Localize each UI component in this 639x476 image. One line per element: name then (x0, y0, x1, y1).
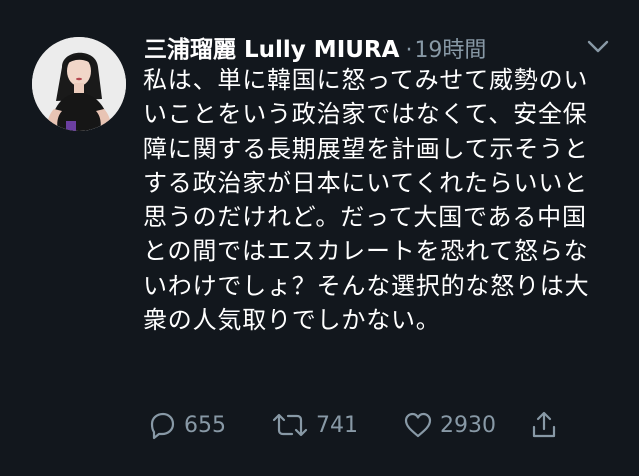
like-count: 2930 (440, 412, 496, 438)
avatar[interactable] (32, 37, 126, 131)
tweet-text: 私は、単に韓国に怒ってみせて威勢のいいことをいう政治家ではなくて、安全保障に関す… (143, 66, 590, 335)
heart-icon (402, 409, 434, 441)
tweet-header: 三浦瑠麗 Lully MIURA · 19時間 (144, 30, 486, 64)
retweet-count: 741 (316, 412, 358, 438)
chevron-down-icon[interactable] (585, 38, 611, 56)
share-button[interactable] (528, 405, 560, 445)
tweet-card[interactable]: 三浦瑠麗 Lully MIURA · 19時間 私は、単に韓国に怒ってみせて威勢… (0, 0, 639, 476)
reply-count: 655 (184, 412, 226, 438)
share-icon (528, 409, 560, 441)
tweet-actions: 655 741 2930 (0, 405, 639, 445)
like-button[interactable]: 2930 (402, 405, 496, 445)
reply-button[interactable]: 655 (146, 405, 226, 445)
timestamp[interactable]: 19時間 (414, 32, 486, 64)
avatar-image (32, 37, 126, 131)
retweet-icon (270, 409, 310, 441)
reply-icon (146, 409, 178, 441)
separator-dot: · (405, 38, 413, 63)
author-name[interactable]: 三浦瑠麗 Lully MIURA (144, 30, 399, 64)
retweet-button[interactable]: 741 (270, 405, 358, 445)
